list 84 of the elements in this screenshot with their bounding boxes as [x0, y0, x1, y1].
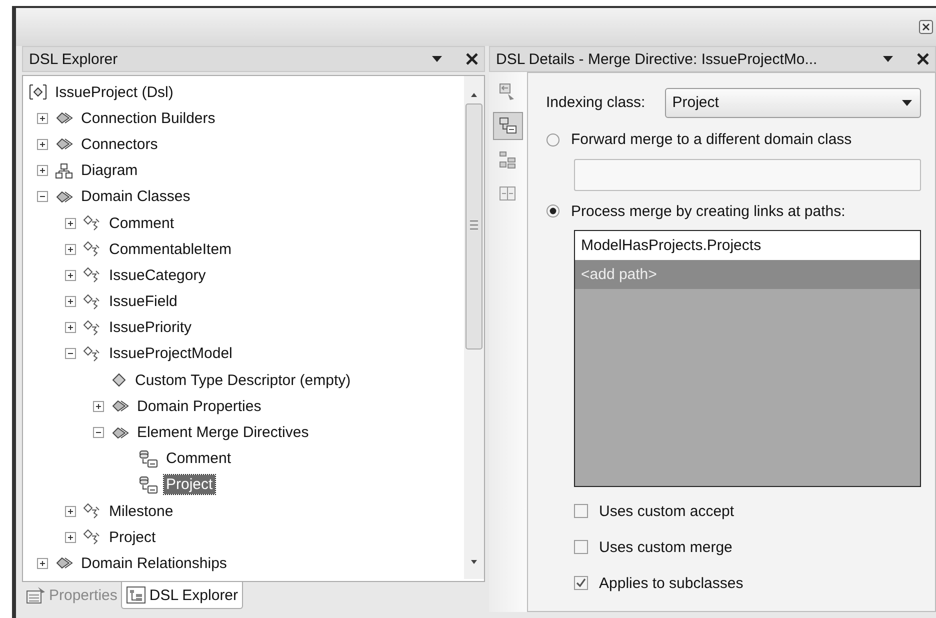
tree-item[interactable]: Project: [107, 528, 158, 547]
option-label: Process merge by creating links at paths:: [571, 202, 846, 220]
expand-icon[interactable]: [65, 532, 76, 543]
hierarchy-icon: [55, 162, 73, 179]
checkbox[interactable]: [574, 540, 588, 554]
stacked-diamonds-icon: [111, 398, 129, 414]
stacked-diamonds-icon: [111, 424, 129, 441]
expand-icon[interactable]: [65, 218, 76, 229]
tree-item[interactable]: Domain Relationships: [79, 554, 229, 573]
expand-icon[interactable]: [65, 270, 76, 281]
stacked-diamonds-icon: [55, 555, 73, 572]
radio-button[interactable]: [546, 204, 560, 218]
collapse-icon[interactable]: [37, 191, 48, 202]
class-diamond-icon: [83, 320, 101, 336]
scrollbar[interactable]: [464, 76, 484, 579]
tree-item[interactable]: Project: [164, 475, 215, 494]
class-diamond-icon: [83, 241, 101, 258]
class-diamond-icon: [83, 346, 101, 362]
expand-icon[interactable]: [37, 165, 48, 176]
expand-icon[interactable]: [65, 506, 76, 517]
explorer-icon: [126, 586, 146, 604]
stacked-diamonds-icon: [55, 136, 73, 152]
merge-directive-icon: [139, 450, 158, 468]
tree-item[interactable]: Element Merge Directives: [135, 423, 311, 442]
radio-button[interactable]: [546, 132, 560, 147]
field-label: Indexing class:: [546, 94, 646, 112]
path-item[interactable]: ModelHasProjects.Projects: [575, 231, 920, 260]
close-icon[interactable]: [917, 53, 929, 65]
class-diamond-icon: [83, 215, 101, 232]
tree-item[interactable]: IssueCategory: [107, 266, 208, 285]
tree-item[interactable]: Milestone: [107, 502, 176, 521]
tree-item[interactable]: Domain Properties: [135, 396, 264, 416]
stacked-diamonds-icon: [55, 188, 73, 205]
expand-icon[interactable]: [37, 138, 48, 150]
tree-item[interactable]: CommentableItem: [107, 240, 234, 259]
class-diamond-icon: [83, 529, 101, 546]
tree-item[interactable]: Connection Builders: [79, 108, 218, 128]
path-list[interactable]: ModelHasProjects.Projects <add path>: [574, 230, 921, 487]
class-diamond-icon: [83, 294, 101, 310]
close-icon[interactable]: [466, 53, 478, 65]
checkbox[interactable]: [574, 576, 588, 590]
close-icon[interactable]: [919, 20, 933, 34]
tree-item[interactable]: Connectors: [79, 134, 160, 154]
class-diamond-icon: [83, 267, 101, 284]
merge-directive-icon: [498, 116, 518, 136]
expand-icon[interactable]: [65, 244, 76, 255]
toolbar-button[interactable]: [493, 112, 523, 140]
expand-icon[interactable]: [65, 322, 76, 334]
tree-item[interactable]: Comment: [107, 214, 176, 233]
class-diamond-icon: [83, 503, 101, 520]
expand-icon[interactable]: [65, 296, 76, 308]
dropdown-caret-icon[interactable]: [902, 100, 912, 106]
panel-title: DSL Details - Merge Directive: IssueProjectMo...: [496, 50, 818, 68]
dropdown-caret-icon[interactable]: [883, 56, 893, 62]
panel-title: DSL Explorer: [29, 50, 119, 68]
tree-item[interactable]: IssueField: [107, 292, 180, 312]
tree-item[interactable]: Custom Type Descriptor (empty): [133, 370, 353, 390]
panel-tab[interactable]: DSL Explorer: [121, 582, 244, 609]
collapse-icon[interactable]: [65, 348, 76, 360]
dropdown-caret-icon[interactable]: [432, 56, 442, 62]
forward-class-field[interactable]: [574, 158, 921, 191]
expand-icon[interactable]: [37, 112, 48, 124]
checkbox-label: Uses custom merge: [599, 538, 732, 556]
collapse-icon[interactable]: [93, 427, 104, 438]
tree-item[interactable]: Comment: [164, 449, 234, 468]
tree-item[interactable]: IssueProject (Dsl): [53, 82, 176, 102]
tree-item[interactable]: Diagram: [79, 161, 140, 180]
tree-item[interactable]: IssuePriority: [107, 318, 194, 338]
option-label: Forward merge to a different domain class: [571, 131, 852, 148]
properties-icon: [26, 586, 46, 604]
checkbox-label: Uses custom accept: [599, 502, 734, 520]
tree-item[interactable]: Domain Classes: [79, 187, 192, 206]
checkbox-label: Applies to subclasses: [599, 574, 744, 592]
stacked-diamonds-icon: [55, 110, 73, 126]
checkbox[interactable]: [574, 504, 588, 518]
expand-icon[interactable]: [37, 558, 48, 569]
bracketed-diamond-icon: [29, 84, 47, 100]
merge-directive-icon: [139, 476, 158, 494]
diamond-icon: [111, 372, 127, 388]
dropdown-value: Project: [672, 94, 720, 112]
expand-icon[interactable]: [93, 400, 104, 412]
indexing-class-dropdown[interactable]: Project: [665, 88, 921, 118]
tree-item[interactable]: IssueProjectModel: [107, 344, 234, 364]
tree-blocks-icon: [498, 150, 518, 170]
